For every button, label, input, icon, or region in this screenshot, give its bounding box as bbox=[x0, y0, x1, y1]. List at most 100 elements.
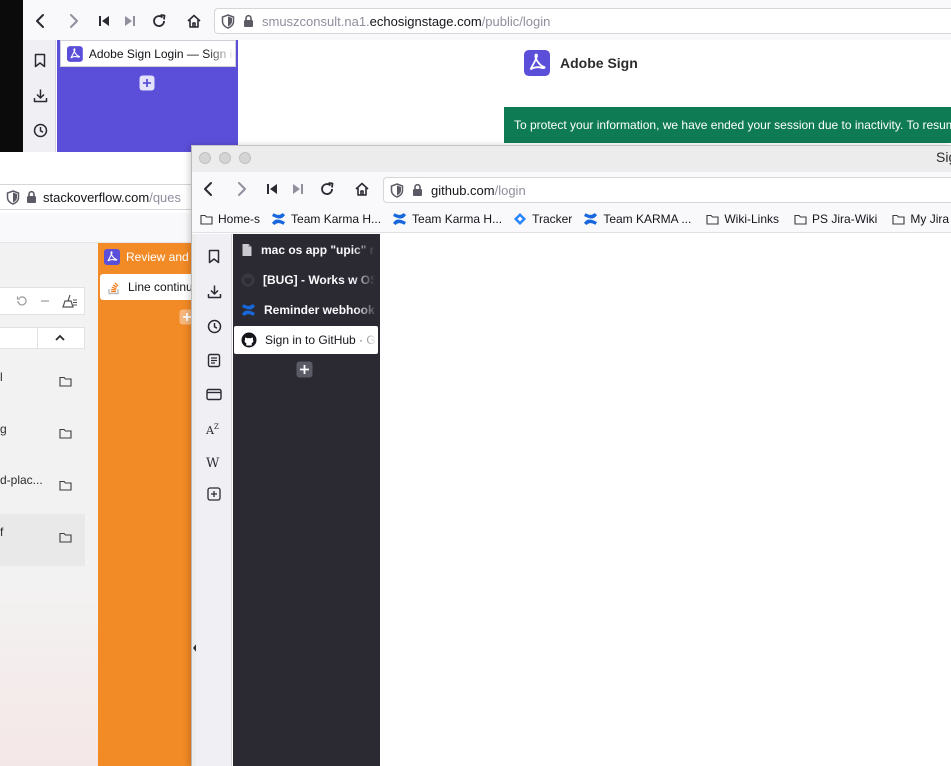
list-item[interactable]: g bbox=[0, 410, 85, 462]
history-sidebar-button[interactable] bbox=[28, 118, 52, 142]
bookmarks-toolbar: Home-s Team Karma H... Team Karma H... T… bbox=[192, 206, 951, 233]
github-url-bar[interactable]: github.com/login bbox=[383, 177, 951, 203]
url-domain: echosignstage.com bbox=[369, 13, 482, 29]
history-icon bbox=[207, 319, 221, 333]
downloads-sidebar-button[interactable] bbox=[28, 83, 52, 107]
shield-icon bbox=[390, 182, 404, 198]
folder-icon bbox=[59, 480, 72, 491]
add-sidebar-panel-button[interactable] bbox=[206, 486, 222, 502]
list-item-selected[interactable]: f bbox=[0, 514, 85, 566]
bookmark-label: Home-s bbox=[218, 212, 261, 226]
bookmark-team-karma-1[interactable]: Team Karma H... bbox=[271, 212, 381, 226]
skip-forward-icon bbox=[125, 16, 135, 26]
reader-sidebar-button[interactable] bbox=[206, 352, 222, 368]
skip-back-button[interactable] bbox=[260, 177, 284, 201]
bookmark-team-karma-3[interactable]: Team KARMA ... bbox=[583, 212, 691, 226]
bookmark-icon bbox=[34, 53, 46, 67]
translate-icon: AZ bbox=[206, 423, 219, 436]
adobe-sign-logo-icon bbox=[524, 50, 550, 76]
reload-icon bbox=[321, 182, 334, 195]
tab-label: Review and bbox=[126, 250, 189, 264]
folder-icon bbox=[59, 428, 72, 439]
reload-button[interactable] bbox=[315, 177, 339, 201]
shield-icon bbox=[6, 189, 20, 205]
bookmarks-sidebar-button[interactable] bbox=[28, 48, 52, 72]
forward-button[interactable] bbox=[62, 9, 86, 33]
url-path: /login bbox=[494, 182, 526, 198]
list-item-label: d-plac... bbox=[0, 473, 43, 487]
bookmark-my-jira[interactable]: My Jira bbox=[892, 212, 949, 226]
zoom-window-button[interactable] bbox=[239, 152, 251, 164]
skip-forward-button[interactable] bbox=[286, 177, 310, 201]
session-expired-banner: To protect your information, we have end… bbox=[504, 107, 951, 143]
reload-button[interactable] bbox=[147, 9, 171, 33]
skip-back-button[interactable] bbox=[92, 9, 116, 33]
lock-icon bbox=[244, 14, 253, 27]
new-tab-button[interactable] bbox=[139, 75, 155, 91]
bookmark-ps-jira-wiki[interactable]: PS Jira-Wiki bbox=[794, 212, 877, 226]
bookmark-label: Wiki-Links bbox=[724, 212, 780, 226]
bookmark-label: PS Jira-Wiki bbox=[812, 212, 878, 226]
tab-line-continuation[interactable]: Line continu bbox=[100, 274, 195, 300]
tab-reminder-webhook[interactable]: Reminder webhook d bbox=[234, 296, 378, 324]
sort-header[interactable] bbox=[0, 327, 85, 349]
tab-label: Line continu bbox=[128, 280, 193, 294]
folder-icon bbox=[59, 376, 72, 387]
translate-sidebar-button[interactable]: AZ bbox=[206, 420, 222, 436]
confluence-icon bbox=[242, 304, 255, 316]
url-path: /ques bbox=[149, 189, 182, 205]
home-button[interactable] bbox=[182, 9, 206, 33]
url-text: github.com/login bbox=[431, 183, 526, 198]
stackoverflow-url-bar[interactable]: stackoverflow.com/ques bbox=[0, 184, 195, 210]
adobe-url-bar[interactable]: smuszconsult.na1.echosignstage.com/publi… bbox=[214, 8, 951, 34]
minimize-window-button[interactable] bbox=[219, 152, 231, 164]
download-icon bbox=[207, 285, 221, 298]
bookmark-team-karma-2[interactable]: Team Karma H... bbox=[392, 212, 502, 226]
folder-icon bbox=[892, 214, 905, 225]
history-icon bbox=[33, 123, 47, 137]
list-item-label: g bbox=[0, 422, 7, 436]
folder-icon bbox=[200, 214, 213, 225]
skip-forward-button[interactable] bbox=[118, 9, 142, 33]
new-tab-button[interactable] bbox=[296, 361, 313, 378]
bookmarks-sidebar-button[interactable] bbox=[206, 248, 222, 264]
close-window-button[interactable] bbox=[199, 152, 211, 164]
list-item[interactable]: l bbox=[0, 358, 85, 410]
bookmark-tracker[interactable]: Tracker bbox=[513, 212, 572, 226]
bookmark-wiki-links[interactable]: Wiki-Links bbox=[706, 212, 779, 226]
svg-text:W: W bbox=[206, 456, 220, 469]
bookmark-label: Team Karma H... bbox=[412, 212, 503, 226]
tab-sign-in-github[interactable]: Sign in to GitHub · GitHub bbox=[234, 326, 378, 354]
file-panel-toolbar bbox=[0, 287, 85, 315]
github-titlebar bbox=[192, 146, 951, 172]
tab-bug-works[interactable]: [BUG] - Works w OS bbox=[234, 266, 378, 294]
tab-adobe-sign-login[interactable]: Adobe Sign Login — Sign in bbox=[60, 40, 236, 67]
wikipedia-sidebar-button[interactable]: W bbox=[206, 454, 222, 470]
tab-label: Sign in to GitHub · GitHub bbox=[265, 333, 377, 347]
reload-icon bbox=[153, 14, 166, 27]
folder-icon bbox=[59, 532, 72, 543]
lock-icon bbox=[413, 183, 422, 196]
tabs-sidebar-button[interactable] bbox=[206, 386, 222, 402]
broom-icon bbox=[62, 294, 77, 308]
tab-mac-os-app[interactable]: mac os app "upic" not bbox=[234, 236, 378, 264]
home-button[interactable] bbox=[350, 177, 374, 201]
file-panel-bottom bbox=[0, 580, 98, 766]
forward-button[interactable] bbox=[230, 177, 254, 201]
downloads-sidebar-button[interactable] bbox=[206, 283, 222, 299]
bookmark-home[interactable]: Home-s bbox=[200, 212, 260, 226]
tab-review[interactable]: Review and bbox=[104, 248, 195, 266]
plus-icon bbox=[139, 75, 155, 91]
forward-arrow-icon bbox=[238, 182, 246, 196]
shield-icon bbox=[221, 13, 235, 29]
back-button[interactable] bbox=[28, 9, 52, 33]
tab-label: [BUG] - Works w OS bbox=[263, 273, 375, 287]
back-button[interactable] bbox=[196, 177, 220, 201]
banner-text: To protect your information, we have end… bbox=[514, 118, 951, 132]
list-item[interactable]: d-plac... bbox=[0, 462, 85, 514]
plus-icon bbox=[296, 361, 313, 378]
history-sidebar-button[interactable] bbox=[206, 318, 222, 334]
lock-icon bbox=[27, 190, 36, 203]
plus-box-icon bbox=[207, 487, 221, 501]
url-text: stackoverflow.com/ques bbox=[43, 190, 181, 205]
